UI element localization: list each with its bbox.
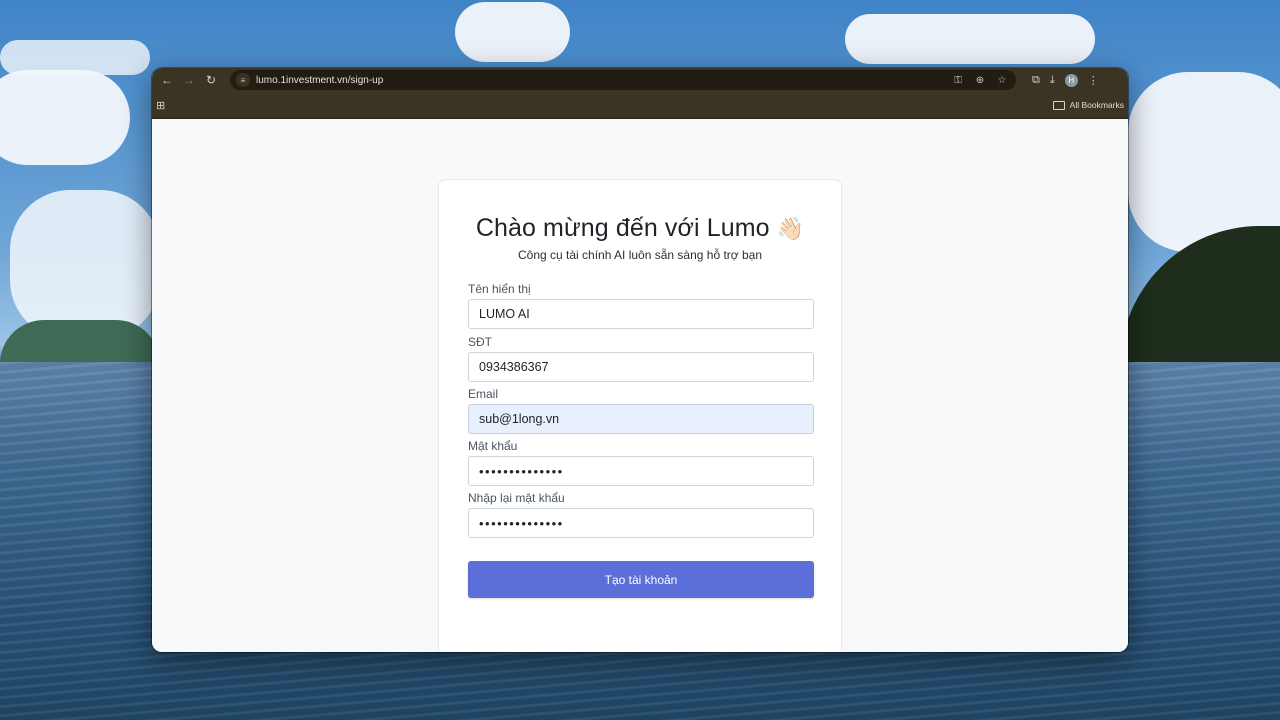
phone-field: SĐT 0934386367 [468,335,814,382]
address-bar[interactable]: ≡ lumo.1investment.vn/sign-up ⚿ ⊕ ☆ [230,70,1016,90]
password-label: Mật khẩu [468,439,518,453]
toolbar-right-icons: ⧉ ⤓ H ⋮ [1032,73,1099,87]
folder-icon [1052,100,1065,110]
apps-grid-icon[interactable]: ⊞ [156,99,165,112]
password-key-icon[interactable]: ⚿ [950,75,966,86]
page-subtitle: Công cụ tài chính AI luôn sẵn sàng hỗ tr… [517,248,763,262]
more-menu-icon[interactable]: ⋮ [1088,74,1099,87]
display-name-input[interactable]: LUMO AI [468,299,814,329]
signup-card: Chào mừng đến với Lumo 👋🏻 Công cụ tài ch… [438,179,842,652]
waving-hand-icon: 👋🏻 [776,216,805,241]
site-settings-icon[interactable]: ≡ [236,73,250,87]
browser-toolbar: ← → ↻ ≡ lumo.1investment.vn/sign-up ⚿ ⊕ … [152,68,1128,92]
zoom-icon[interactable]: ⊕ [972,75,988,86]
extensions-puzzle-icon[interactable]: ⧉ [1032,74,1040,87]
all-bookmarks-label: All Bookmarks [1069,100,1124,110]
page-content: Chào mừng đến với Lumo 👋🏻 Công cụ tài ch… [152,119,1128,652]
all-bookmarks-button[interactable]: All Bookmarks [1052,100,1124,110]
bookmarks-bar: ⊞ All Bookmarks [152,92,1128,119]
password-field: Mật khẩu •••••••••••••• [468,439,814,486]
display-name-label: Tên hiển thị [468,282,531,296]
confirm-password-field: Nhập lại mật khẩu •••••••••••••• [468,491,814,538]
forward-arrow-icon[interactable]: → [180,71,198,89]
display-name-field: Tên hiển thị LUMO AI [468,282,814,329]
phone-input[interactable]: 0934386367 [468,352,814,382]
create-account-button[interactable]: Tạo tài khoản [468,561,814,598]
background-hill [0,320,160,364]
phone-label: SĐT [468,335,492,349]
page-title: Chào mừng đến với Lumo 👋🏻 [439,214,841,243]
password-input[interactable]: •••••••••••••• [468,456,814,486]
email-field: Email sub@1long.vn [468,387,814,434]
email-input[interactable]: sub@1long.vn [468,404,814,434]
background-cloud [10,190,160,340]
background-cloud [0,70,130,165]
background-cloud [0,40,150,75]
email-label: Email [468,387,499,401]
profile-avatar[interactable]: H [1064,73,1078,87]
bookmark-star-icon[interactable]: ☆ [994,75,1010,86]
url-text[interactable]: lumo.1investment.vn/sign-up [256,75,944,86]
background-forest [1120,226,1280,366]
confirm-password-label: Nhập lại mật khẩu [468,491,565,505]
background-cloud [845,14,1095,64]
back-arrow-icon[interactable]: ← [158,71,176,89]
browser-window: ← → ↻ ≡ lumo.1investment.vn/sign-up ⚿ ⊕ … [152,68,1128,652]
download-icon[interactable]: ⤓ [1050,74,1055,87]
title-text: Chào mừng đến với Lumo [475,214,770,242]
confirm-password-input[interactable]: •••••••••••••• [468,508,814,538]
background-cloud [1128,72,1280,252]
reload-icon[interactable]: ↻ [202,71,220,89]
background-cloud [455,2,570,62]
